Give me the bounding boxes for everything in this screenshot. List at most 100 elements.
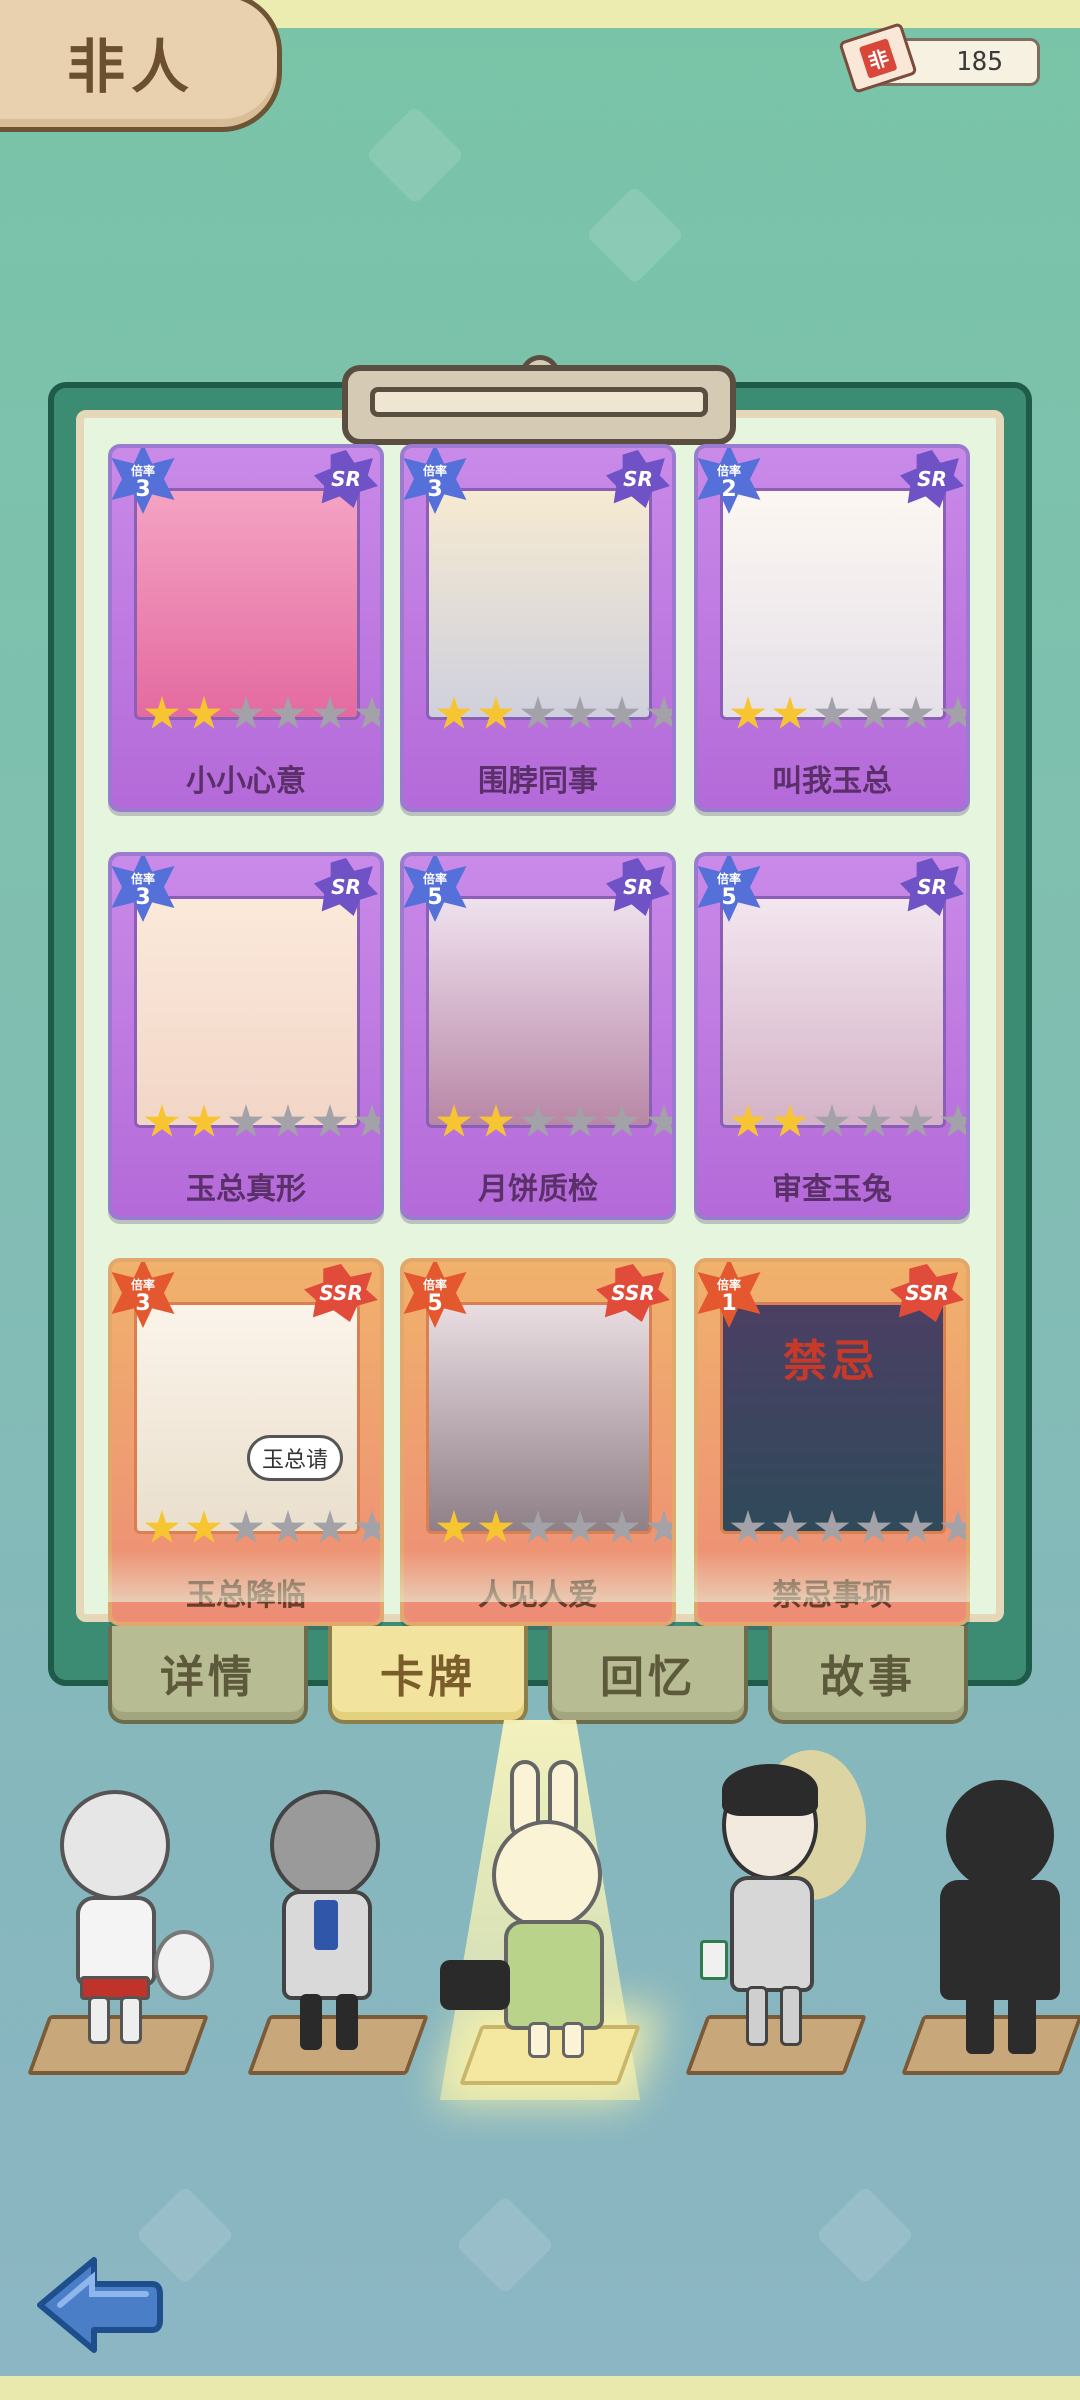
white-fox-character[interactable] (50, 1780, 214, 2050)
rate-value: 5 (427, 884, 443, 910)
rate-value: 5 (427, 1290, 443, 1316)
card-art (426, 896, 652, 1128)
star-icon (646, 696, 672, 729)
star-icon (856, 1104, 892, 1137)
star-rating (730, 1104, 966, 1140)
star-icon (562, 1510, 598, 1543)
star-icon (898, 696, 934, 729)
rarity-badge: SSR (890, 1264, 964, 1322)
tab-cards[interactable]: 卡牌 (328, 1626, 528, 1724)
star-icon (436, 1510, 472, 1543)
card-art (426, 1302, 652, 1534)
ticket-icon-label: 非 (858, 37, 898, 79)
page-title-tab: 非人 (0, 0, 282, 132)
rarity-label: SSR (611, 1281, 655, 1305)
star-rating (144, 696, 380, 732)
tab-label: 详情 (160, 1652, 256, 1703)
bg-pattern (815, 2185, 915, 2285)
card-5[interactable]: 倍率 5 SR 月饼质检 (400, 852, 676, 1220)
star-icon (730, 1104, 766, 1137)
card-art: 玉总请 (134, 1302, 360, 1534)
rate-value: 3 (135, 1290, 151, 1316)
star-icon (354, 1510, 380, 1543)
star-icon (772, 1104, 808, 1137)
rate-label: 倍率 (130, 1277, 155, 1292)
star-icon (270, 1104, 306, 1137)
star-rating (436, 1104, 672, 1140)
card-art-text: 玉总请 (246, 1435, 343, 1481)
star-icon (898, 1510, 934, 1543)
star-icon (228, 1104, 264, 1137)
ticket-icon: 非 (838, 22, 918, 94)
star-icon (940, 1510, 966, 1543)
star-icon (730, 696, 766, 729)
page-title: 非人 (67, 33, 196, 101)
rarity-badge: SR (900, 450, 964, 508)
rarity-label: SR (623, 875, 653, 899)
star-rating (730, 1510, 966, 1546)
star-icon (604, 1510, 640, 1543)
card-art (720, 896, 946, 1128)
currency-display[interactable]: 非 185 (838, 22, 1040, 94)
star-icon (228, 1510, 264, 1543)
tab-memories[interactable]: 回忆 (548, 1626, 748, 1724)
rarity-badge: SR (606, 450, 670, 508)
star-icon (312, 1510, 348, 1543)
man-coffee-character[interactable] (700, 1750, 870, 2050)
card-name: 月饼质检 (478, 1172, 598, 1207)
star-rating (144, 1104, 380, 1140)
card-name: 叫我玉总 (772, 764, 892, 799)
star-icon (312, 696, 348, 729)
card-1[interactable]: 倍率 3 SR 小小心意 (108, 444, 384, 812)
star-icon (520, 1104, 556, 1137)
tab-details[interactable]: 详情 (108, 1626, 308, 1724)
back-arrow-icon[interactable] (34, 2250, 164, 2360)
card-9[interactable]: 禁忌 倍率 1 SSR 禁忌事项 (694, 1258, 970, 1626)
silhouette-character[interactable] (920, 1780, 1080, 2060)
rate-label: 倍率 (422, 871, 447, 886)
card-8[interactable]: 倍率 5 SSR 人见人爱 (400, 1258, 676, 1626)
star-icon (604, 1104, 640, 1137)
rate-label: 倍率 (130, 871, 155, 886)
rarity-label: SSR (905, 1281, 949, 1305)
rate-value: 2 (721, 476, 737, 502)
rate-value: 3 (427, 476, 443, 502)
tab-label: 故事 (820, 1652, 916, 1703)
card-4[interactable]: 倍率 3 SR 玉总真形 (108, 852, 384, 1220)
rate-label: 倍率 (422, 463, 447, 478)
star-icon (144, 1104, 180, 1137)
card-6[interactable]: 倍率 5 SR 审查玉兔 (694, 852, 970, 1220)
rate-value: 5 (721, 884, 737, 910)
star-icon (478, 1510, 514, 1543)
card-7[interactable]: 玉总请 倍率 3 SSR 玉总降临 (108, 1258, 384, 1626)
tab-story[interactable]: 故事 (768, 1626, 968, 1724)
card-name: 玉总降临 (186, 1578, 306, 1613)
rate-value: 3 (135, 476, 151, 502)
currency-value: 185 (956, 47, 1003, 77)
card-name: 小小心意 (186, 764, 306, 799)
star-icon (144, 696, 180, 729)
star-icon (940, 696, 966, 729)
star-icon (144, 1510, 180, 1543)
rarity-label: SR (331, 467, 361, 491)
card-3[interactable]: 倍率 2 SR 叫我玉总 (694, 444, 970, 812)
clipboard-clip (342, 365, 736, 445)
star-icon (856, 1510, 892, 1543)
star-icon (312, 1104, 348, 1137)
rarity-badge: SR (606, 858, 670, 916)
rarity-label: SSR (319, 1281, 363, 1305)
rarity-badge: SSR (596, 1264, 670, 1322)
rate-label: 倍率 (422, 1277, 447, 1292)
star-icon (772, 1510, 808, 1543)
star-icon (646, 1510, 672, 1543)
rabbit-character[interactable] (440, 1760, 640, 2060)
star-icon (856, 696, 892, 729)
tab-label: 卡牌 (380, 1652, 476, 1703)
star-icon (772, 696, 808, 729)
star-icon (270, 696, 306, 729)
rarity-badge: SR (900, 858, 964, 916)
rarity-label: SR (623, 467, 653, 491)
deer-character[interactable] (250, 1750, 400, 2050)
tab-label: 回忆 (600, 1652, 696, 1703)
card-2[interactable]: 倍率 3 SR 围脖同事 (400, 444, 676, 812)
